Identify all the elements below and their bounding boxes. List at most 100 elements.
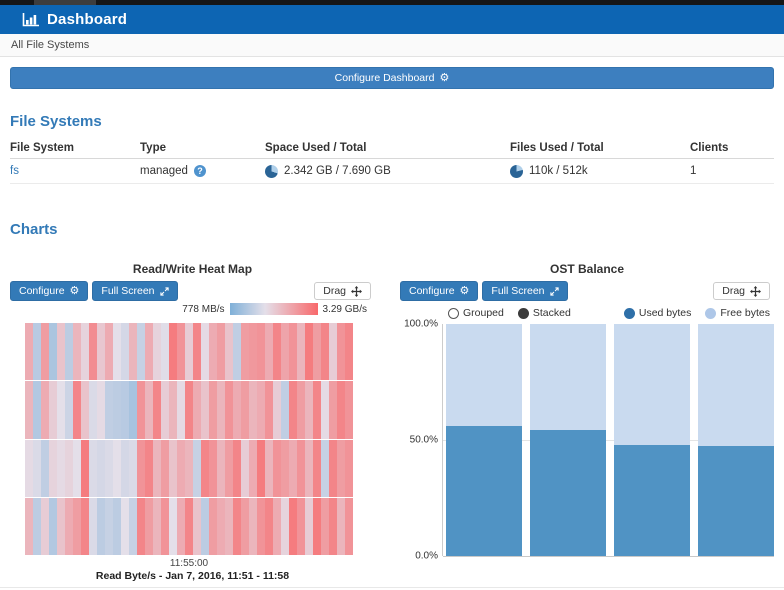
heatmap-cell <box>129 323 137 380</box>
heatmap-cell <box>201 323 209 380</box>
heatmap-cell <box>41 440 49 497</box>
ost-configure-button[interactable]: Configure ⚙ <box>400 281 478 301</box>
legend-used-bytes[interactable]: Used bytes <box>624 307 692 319</box>
gear-icon: ⚙ <box>460 286 470 297</box>
heatmap-cell <box>321 323 329 380</box>
heatmap-cell <box>41 498 49 555</box>
gear-icon: ⚙ <box>439 73 449 84</box>
heatmap-cell <box>345 381 353 438</box>
heatmap-row <box>25 440 353 497</box>
heatmap-cell <box>329 498 337 555</box>
free-bytes-dot-icon <box>705 308 716 319</box>
heatmap-cell <box>273 381 281 438</box>
heatmap-cell <box>193 323 201 380</box>
heatmap-cell <box>185 381 193 438</box>
legend-free-bytes[interactable]: Free bytes <box>705 307 770 319</box>
heatmap-grid[interactable] <box>25 323 353 555</box>
heatmap-cell <box>249 323 257 380</box>
heatmap-cell <box>313 323 321 380</box>
heatmap-cell <box>73 381 81 438</box>
fs-type: managed <box>140 165 188 177</box>
heatmap-cell <box>89 498 97 555</box>
grouped-label: Grouped <box>463 307 504 319</box>
legend-max-label: 3.29 GB/s <box>323 304 367 315</box>
heatmap-caption: Read Byte/s - Jan 7, 2016, 11:51 - 11:58 <box>10 570 375 582</box>
heatmap-cell <box>241 381 249 438</box>
heatmap-cell <box>257 323 265 380</box>
heatmap-drag-handle[interactable]: Drag <box>314 282 371 300</box>
heatmap-cell <box>265 381 273 438</box>
heatmap-cell <box>57 381 65 438</box>
mode-option-grouped[interactable]: Grouped <box>448 307 504 319</box>
heatmap-fullscreen-button[interactable]: Full Screen <box>92 281 177 301</box>
heatmap-toolbar: Configure ⚙ Full Screen Drag <box>10 281 371 301</box>
heatmap-cell <box>265 440 273 497</box>
stacked-bars[interactable] <box>446 324 774 556</box>
stacked-label: Stacked <box>533 307 571 319</box>
ost-fullscreen-button[interactable]: Full Screen <box>482 281 567 301</box>
col-files: Files Used / Total <box>510 142 690 154</box>
heatmap-cell <box>177 440 185 497</box>
heatmap-configure-button[interactable]: Configure ⚙ <box>10 281 88 301</box>
heatmap-cell <box>265 498 273 555</box>
clients-count: 1 <box>690 165 774 177</box>
heatmap-cell <box>145 440 153 497</box>
heatmap-cell <box>169 381 177 438</box>
heatmap-cell <box>25 440 33 497</box>
heatmap-cell <box>321 498 329 555</box>
heatmap-cell <box>209 498 217 555</box>
heatmap-cell <box>193 440 201 497</box>
files-used-total: 110k / 512k <box>529 165 588 177</box>
heatmap-cell <box>97 323 105 380</box>
used-bytes-segment <box>530 430 606 556</box>
heatmap-color-legend: 778 MB/s 3.29 GB/s <box>10 303 367 315</box>
col-space: Space Used / Total <box>265 142 510 154</box>
heatmap-cell <box>345 323 353 380</box>
heatmap-cell <box>25 323 33 380</box>
heatmap-cell <box>281 498 289 555</box>
heatmap-cell <box>121 381 129 438</box>
ost-toolbar: Configure ⚙ Full Screen Drag <box>400 281 770 301</box>
heatmap-cell <box>313 498 321 555</box>
heatmap-cell <box>209 323 217 380</box>
heatmap-cell <box>233 498 241 555</box>
heatmap-cell <box>273 440 281 497</box>
configure-label: Configure <box>19 285 65 297</box>
heatmap-cell <box>305 440 313 497</box>
app-title: Dashboard <box>47 11 127 28</box>
heatmap-cell <box>113 323 121 380</box>
heatmap-cell <box>73 440 81 497</box>
heatmap-cell <box>137 440 145 497</box>
heatmap-cell <box>337 323 345 380</box>
heatmap-cell <box>209 381 217 438</box>
heatmap-cell <box>249 440 257 497</box>
heatmap-cell <box>137 323 145 380</box>
heatmap-cell <box>121 498 129 555</box>
heatmap-cell <box>193 381 201 438</box>
configure-dashboard-button[interactable]: Configure Dashboard ⚙ <box>10 67 774 89</box>
heatmap-cell <box>241 498 249 555</box>
heatmap-title: Read/Write Heat Map <box>10 262 375 276</box>
heatmap-cell <box>33 381 41 438</box>
heatmap-cell <box>225 323 233 380</box>
help-icon[interactable]: ? <box>194 165 206 177</box>
heatmap-row <box>25 498 353 555</box>
heatmap-cell <box>25 381 33 438</box>
heatmap-cell <box>153 381 161 438</box>
ost-plot-area <box>442 324 774 556</box>
fs-link[interactable]: fs <box>10 165 19 177</box>
ost-drag-handle[interactable]: Drag <box>713 282 770 300</box>
heatmap-cell <box>177 498 185 555</box>
fullscreen-icon <box>550 287 559 296</box>
heatmap-cell <box>33 440 41 497</box>
radio-selected-icon <box>518 308 529 319</box>
mode-option-stacked[interactable]: Stacked <box>518 307 571 319</box>
heatmap-cell <box>65 440 73 497</box>
heatmap-cell <box>33 323 41 380</box>
heatmap-cell <box>177 323 185 380</box>
move-icon <box>750 286 761 297</box>
ost-bar <box>446 324 522 556</box>
heatmap-cell <box>121 323 129 380</box>
heatmap-cell <box>57 440 65 497</box>
heatmap-cell <box>329 440 337 497</box>
